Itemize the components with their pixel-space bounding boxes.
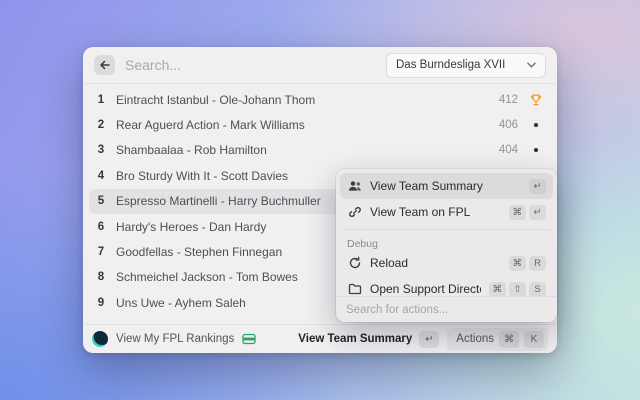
team-icon <box>347 179 362 193</box>
list-item[interactable]: 3 Shambaalaa - Rob Hamilton 404 <box>89 138 551 163</box>
list-item[interactable]: 2 Rear Aguerd Action - Mark Williams 406 <box>89 112 551 137</box>
list-item[interactable]: 1 Eintracht Istanbul - Ole-Johann Thom 4… <box>89 87 551 112</box>
cmd-key: ⌘ <box>499 331 519 348</box>
action-view-team-summary[interactable]: View Team Summary ↵ <box>340 173 553 199</box>
divider <box>342 229 551 230</box>
primary-action-button[interactable]: View Team Summary ↵ <box>298 331 439 348</box>
rank-label: 2 <box>89 119 113 131</box>
points-label: 412 <box>499 94 518 106</box>
rank-label: 3 <box>89 144 113 156</box>
action-view-team-on-fpl[interactable]: View Team on FPL ⌘ ↵ <box>340 199 553 225</box>
cmd-key: ⌘ <box>489 282 507 297</box>
trophy-icon <box>529 94 543 106</box>
cmd-key: ⌘ <box>509 256 527 271</box>
return-key: ↵ <box>419 331 439 348</box>
rank-label: 6 <box>89 221 113 233</box>
chevron-down-icon <box>527 62 536 68</box>
r-key: R <box>529 256 546 271</box>
team-entry-label: Shambaalaa - Rob Hamilton <box>113 143 499 157</box>
header: Das Burndesliga XVII <box>83 47 557 84</box>
search-input[interactable] <box>125 57 376 73</box>
team-entry-label: Rear Aguerd Action - Mark Williams <box>113 118 499 132</box>
command-title: View My FPL Rankings <box>116 333 234 345</box>
return-key: ↵ <box>529 179 546 194</box>
action-search-input[interactable] <box>346 304 547 316</box>
folder-icon <box>347 282 362 296</box>
action-panel: View Team Summary ↵ View Team on FPL ⌘ ↵… <box>336 169 557 322</box>
rank-dot-icon <box>529 148 543 152</box>
card-icon <box>242 333 256 345</box>
action-panel-footer <box>336 296 557 322</box>
section-label-debug: Debug <box>340 234 553 250</box>
action-label: Open Support Directory <box>370 282 481 296</box>
footer-bar: View My FPL Rankings View Team Summary ↵… <box>83 324 557 353</box>
rank-label: 5 <box>89 195 113 207</box>
return-key: ↵ <box>529 205 546 220</box>
rank-label: 4 <box>89 170 113 182</box>
cmd-key: ⌘ <box>509 205 527 220</box>
back-button[interactable] <box>94 55 115 75</box>
action-label: View Team on FPL <box>370 205 501 219</box>
action-open-support-directory[interactable]: Open Support Directory ⌘ ⇧ S <box>340 276 553 296</box>
reload-icon <box>347 256 362 270</box>
shift-key: ⇧ <box>509 282 526 297</box>
k-key: K <box>524 331 544 348</box>
primary-action-label: View Team Summary <box>298 333 412 345</box>
link-icon <box>347 205 362 219</box>
points-label: 406 <box>499 119 518 131</box>
s-key: S <box>529 282 546 297</box>
rank-label: 9 <box>89 297 113 309</box>
rank-label: 7 <box>89 246 113 258</box>
rank-label: 8 <box>89 271 113 283</box>
actions-button[interactable]: Actions ⌘ K <box>447 328 548 351</box>
team-entry-label: Eintracht Istanbul - Ole-Johann Thom <box>113 93 499 107</box>
action-label: View Team Summary <box>370 179 521 193</box>
league-dropdown[interactable]: Das Burndesliga XVII <box>386 53 546 78</box>
action-panel-items: View Team Summary ↵ View Team on FPL ⌘ ↵… <box>336 169 557 296</box>
action-reload[interactable]: Reload ⌘ R <box>340 250 553 276</box>
rank-label: 1 <box>89 94 113 106</box>
actions-label: Actions <box>456 333 494 345</box>
arrow-left-icon <box>99 59 111 71</box>
action-label: Reload <box>370 256 501 270</box>
points-label: 404 <box>499 144 518 156</box>
rank-dot-icon <box>529 123 543 127</box>
fpl-extension-icon <box>92 331 108 347</box>
league-dropdown-value: Das Burndesliga XVII <box>396 59 505 71</box>
